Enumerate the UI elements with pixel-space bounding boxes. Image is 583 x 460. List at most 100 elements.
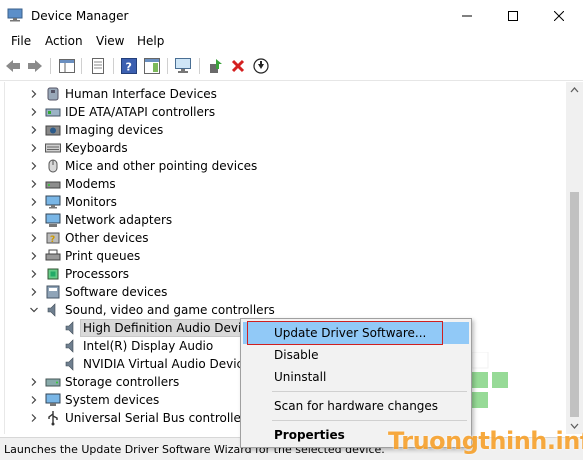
processor-icon [47,268,59,280]
printer-icon [45,249,61,261]
tree-item-label: Print queues [65,249,141,263]
close-button[interactable] [536,0,582,31]
action-pane-icon [144,58,160,74]
tree-category-item[interactable]: Software devices [5,283,565,301]
close-icon [554,10,564,21]
ide-icon [45,108,61,117]
keyboard-icon [45,143,61,153]
speaker-icon [47,303,56,317]
tree-item-label: Processors [65,267,130,281]
tree-item-label: System devices [65,393,160,407]
tree-item-label: Mice and other pointing devices [65,159,258,173]
maximize-icon [508,10,518,21]
scan-monitor-icon [175,58,191,73]
menu-separator [272,420,467,421]
properties-toolbar-button[interactable] [89,57,107,75]
down-arrow-circle-icon [253,58,269,74]
mouse-icon [48,159,58,173]
maximize-button[interactable] [490,0,536,31]
chevron-right-icon[interactable] [29,143,39,153]
update-driver-icon [210,59,222,73]
tree-category-item[interactable]: Modems [5,175,565,193]
tree-category-item[interactable]: Monitors [5,193,565,211]
toolbar: ? [0,52,583,81]
tree-item-label: Modems [65,177,116,191]
chevron-right-icon[interactable] [29,107,39,117]
tree-category-item[interactable]: IDE ATA/ATAPI controllers [5,103,565,121]
tree-item-label: Intel(R) Display Audio [83,339,214,353]
chevron-right-icon[interactable] [29,215,39,225]
tree-category-item[interactable]: Keyboards [5,139,565,157]
tree-item-label: NVIDIA Virtual Audio Device ( [83,357,260,371]
chevron-right-icon[interactable] [29,269,39,279]
menu-disable[interactable]: Disable [243,344,469,366]
uninstall-toolbar-button[interactable] [229,57,247,75]
scrollbar-thumb[interactable] [570,192,579,417]
tree-category-item[interactable]: ? Other devices [5,229,565,247]
console-tree-icon [59,59,75,73]
chevron-right-icon[interactable] [29,179,39,189]
help-toolbar-button[interactable]: ? [120,57,138,75]
chevron-right-icon[interactable] [29,89,39,99]
back-button[interactable] [4,57,22,75]
title-bar[interactable]: Device Manager [0,0,583,31]
menu-bar: File Action View Help [0,31,583,52]
disable-toolbar-button[interactable] [252,57,270,75]
chevron-right-icon[interactable] [29,377,39,387]
tree-category-item[interactable]: Sound, video and game controllers [5,301,565,319]
minimize-button[interactable] [444,0,490,31]
scan-hardware-button[interactable] [175,57,193,75]
forward-button[interactable] [26,57,44,75]
delete-x-icon [231,59,245,73]
tree-category-item[interactable]: Processors [5,265,565,283]
chevron-right-icon[interactable] [29,125,39,135]
tree-item-label: Keyboards [65,141,128,155]
watermark: Truongthinh.info [380,427,583,459]
chevron-right-icon[interactable] [29,395,39,405]
speaker-icon [65,321,74,335]
scroll-up-icon[interactable] [570,86,579,95]
toolbar-separator [113,58,114,74]
menu-help[interactable]: Help [135,34,166,49]
update-driver-toolbar-button[interactable] [206,57,224,75]
tree-item-label: Other devices [65,231,149,245]
chevron-down-icon[interactable] [29,305,39,315]
tree-category-item[interactable]: Human Interface Devices [5,85,565,103]
tree-category-item[interactable]: Network adapters [5,211,565,229]
tree-item-label: Imaging devices [65,123,164,137]
tree-category-item[interactable]: Mice and other pointing devices [5,157,565,175]
vertical-scrollbar[interactable] [566,82,583,434]
software-device-icon [46,285,60,299]
menu-file[interactable]: File [9,34,33,49]
menu-action[interactable]: Action [43,34,85,49]
tree-category-item[interactable]: Print queues [5,247,565,265]
toolbar-separator [81,58,82,74]
menu-uninstall[interactable]: Uninstall [243,366,469,388]
tree-item-label: Storage controllers [65,375,180,389]
storage-icon [45,378,61,387]
tree-category-item[interactable]: Imaging devices [5,121,565,139]
chevron-right-icon[interactable] [29,161,39,171]
system-icon [45,393,61,406]
chevron-right-icon[interactable] [29,413,39,423]
toolbar-separator [50,58,51,74]
chevron-right-icon[interactable] [29,197,39,207]
show-hide-console-tree-button[interactable] [58,57,76,75]
unknown-device-icon: ? [46,232,60,245]
chevron-right-icon[interactable] [29,287,39,297]
menu-view[interactable]: View [94,34,126,49]
chevron-right-icon[interactable] [29,233,39,243]
chevron-right-icon[interactable] [29,251,39,261]
help-icon: ? [121,58,137,74]
tree-item-label: Universal Serial Bus controllers [65,411,253,425]
forward-arrow-icon [28,60,42,72]
menu-update-driver-software[interactable]: Update Driver Software... [243,321,469,345]
tree-item-label: Human Interface Devices [65,87,217,101]
watermark-text: Truongthinh.info [388,427,583,455]
back-arrow-icon [6,60,20,72]
action-pane-button[interactable] [143,57,161,75]
network-icon [45,213,61,227]
device-manager-icon [7,8,23,22]
svg-text:?: ? [126,61,132,74]
menu-scan-hardware-changes[interactable]: Scan for hardware changes [243,395,469,417]
